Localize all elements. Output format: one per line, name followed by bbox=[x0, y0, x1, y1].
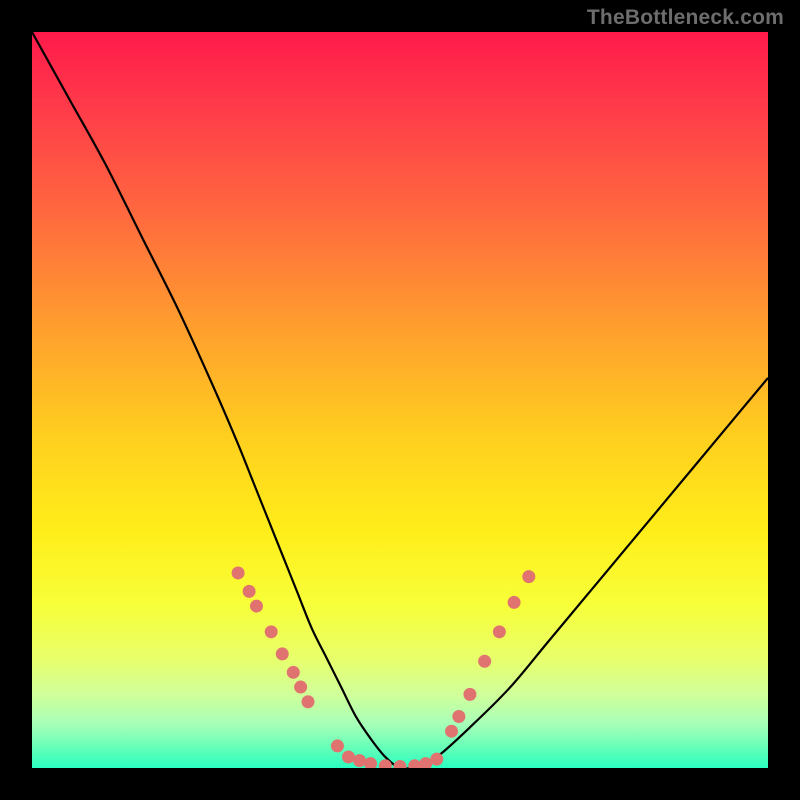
data-marker bbox=[353, 754, 366, 767]
data-marker bbox=[364, 757, 377, 768]
data-marker bbox=[452, 710, 465, 723]
data-marker bbox=[463, 688, 476, 701]
data-marker bbox=[276, 647, 289, 660]
data-marker bbox=[232, 566, 245, 579]
stage: TheBottleneck.com bbox=[0, 0, 800, 800]
data-marker bbox=[394, 760, 407, 768]
data-marker bbox=[250, 600, 263, 613]
data-marker bbox=[445, 725, 458, 738]
chart-plot-area bbox=[32, 32, 768, 768]
marker-group bbox=[232, 566, 536, 768]
data-marker bbox=[493, 625, 506, 638]
data-marker bbox=[419, 757, 432, 768]
chart-svg bbox=[32, 32, 768, 768]
data-marker bbox=[430, 753, 443, 766]
data-marker bbox=[342, 750, 355, 763]
data-marker bbox=[265, 625, 278, 638]
data-marker bbox=[302, 695, 315, 708]
data-marker bbox=[243, 585, 256, 598]
data-marker bbox=[522, 570, 535, 583]
data-marker bbox=[294, 681, 307, 694]
data-marker bbox=[478, 655, 491, 668]
data-marker bbox=[331, 739, 344, 752]
data-marker bbox=[287, 666, 300, 679]
watermark-text: TheBottleneck.com bbox=[587, 6, 784, 30]
data-marker bbox=[508, 596, 521, 609]
bottleneck-curve bbox=[32, 32, 768, 768]
